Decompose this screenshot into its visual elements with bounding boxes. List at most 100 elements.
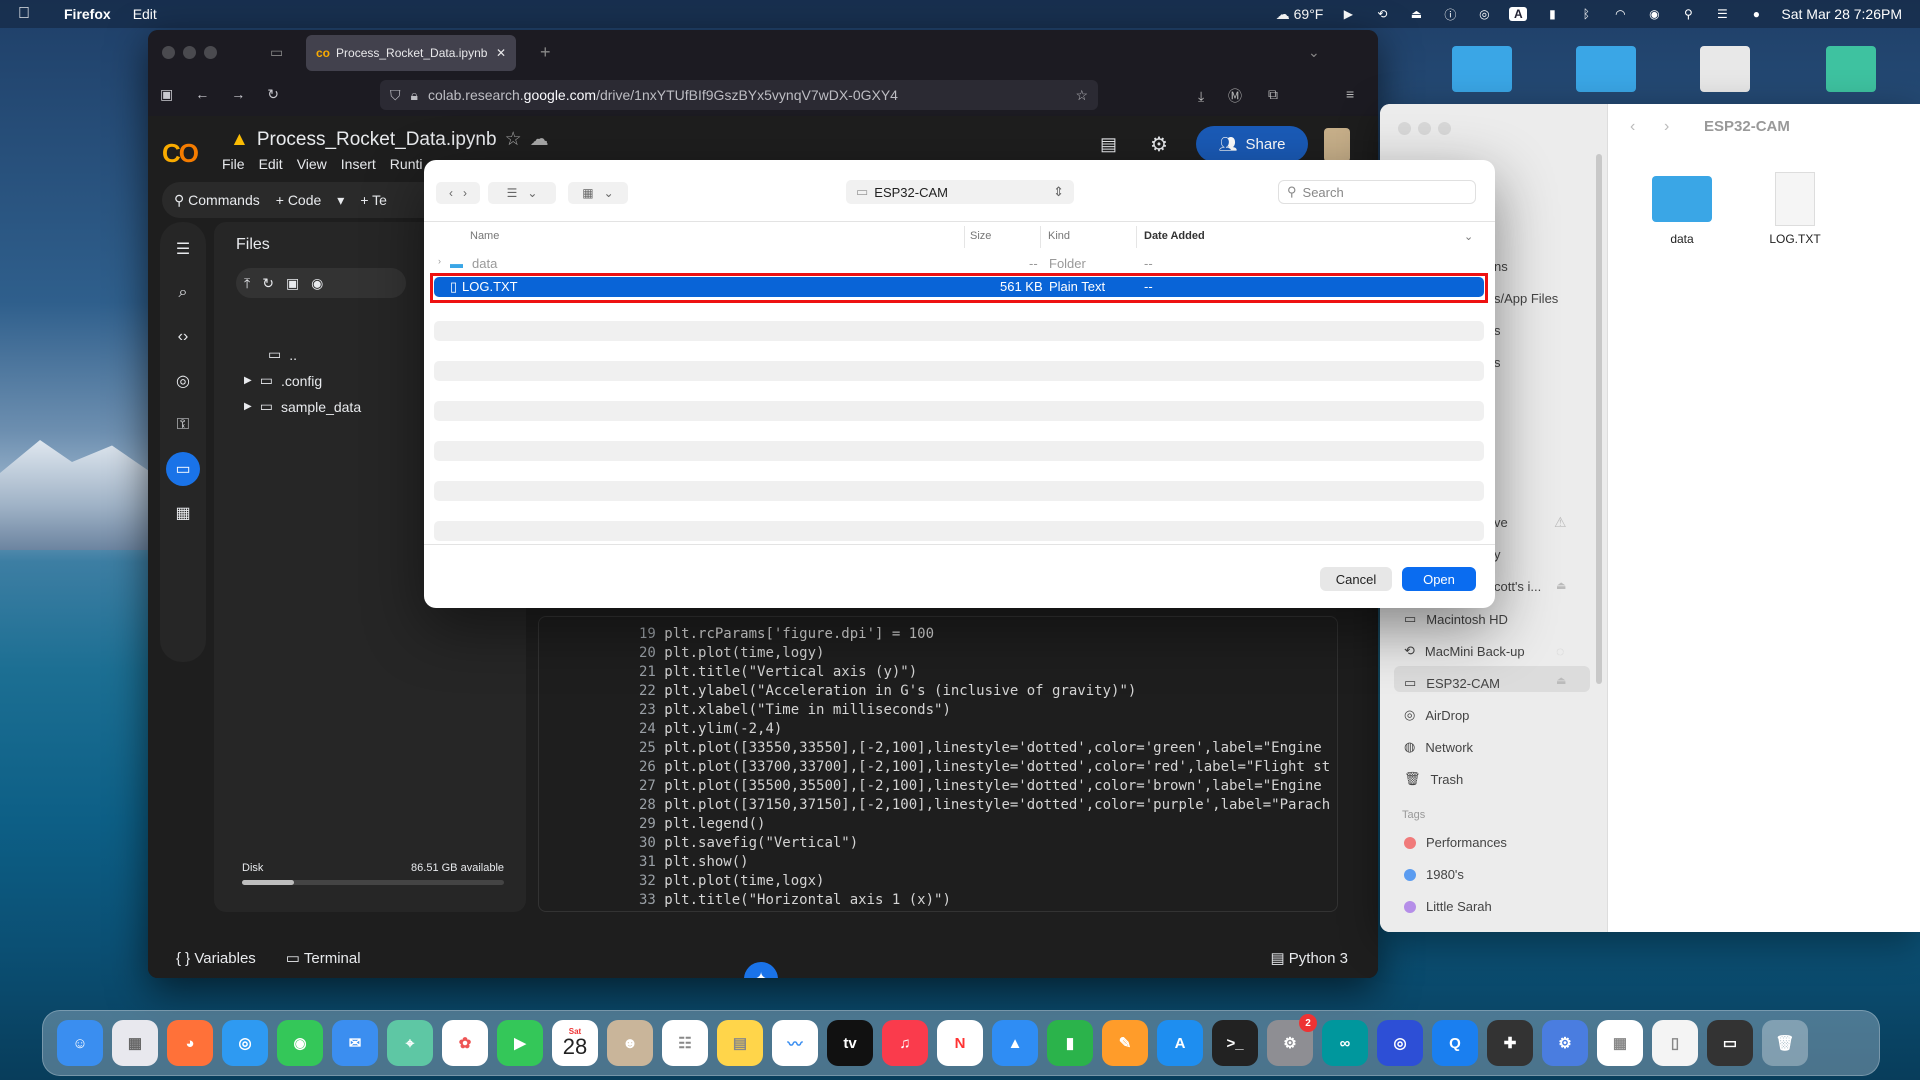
finder-icon[interactable]: ☺	[57, 1020, 103, 1066]
wifi-icon[interactable]: ◠	[1611, 7, 1629, 21]
terminal-button[interactable]: ▭ Terminal	[286, 949, 361, 967]
col-size[interactable]: Size	[970, 230, 991, 242]
app-icon[interactable]: Q	[1432, 1020, 1478, 1066]
news-icon[interactable]: N	[937, 1020, 983, 1066]
refresh-icon[interactable]: ↻	[262, 275, 274, 292]
sort-chevron-icon[interactable]: ⌄	[1464, 230, 1473, 243]
list-view-button[interactable]: ☰ ⌄	[488, 182, 556, 204]
eject-icon[interactable]: ⏏	[1556, 579, 1566, 592]
lock-icon[interactable]: 🔒︎	[411, 87, 418, 104]
back-button[interactable]: ‹	[1630, 118, 1635, 136]
sidebar-item-macmini-backup[interactable]: ⟲ MacMini Back-up	[1404, 643, 1525, 659]
close-tab-icon[interactable]: ✕	[496, 46, 506, 60]
calendar-icon[interactable]: Sat 28	[552, 1020, 598, 1066]
bookmark-star-icon[interactable]: ☆	[1075, 87, 1088, 104]
siri-icon[interactable]: ●	[1747, 7, 1765, 21]
terminal-icon[interactable]: >_	[1212, 1020, 1258, 1066]
menu-edit[interactable]: Edit	[259, 156, 283, 172]
safari-icon[interactable]: ◎	[222, 1020, 268, 1066]
url-bar[interactable]: ⛉ 🔒︎ colab.research.google.com/drive/1nx…	[380, 80, 1098, 110]
trash-icon[interactable]: 🗑︎	[1762, 1020, 1808, 1066]
variables-button[interactable]: { } Variables	[176, 950, 256, 967]
app-icon[interactable]: ◎	[1377, 1020, 1423, 1066]
contacts-icon[interactable]: ☻	[607, 1020, 653, 1066]
freeform-icon[interactable]: 〰	[772, 1020, 818, 1066]
tab-overview-icon[interactable]: ▭	[270, 44, 283, 61]
menu-view[interactable]: View	[297, 156, 327, 172]
zoom-window-button[interactable]	[1438, 122, 1451, 135]
maps-icon[interactable]: ⌖	[387, 1020, 433, 1066]
messages-icon[interactable]: ◉	[277, 1020, 323, 1066]
sidebar-item-partial[interactable]: ns	[1494, 259, 1508, 274]
close-window-button[interactable]	[1398, 122, 1411, 135]
files-folder-icon[interactable]: ▭	[166, 452, 200, 486]
menu-insert[interactable]: Insert	[341, 156, 376, 172]
expand-arrow-icon[interactable]: ▶	[244, 401, 252, 412]
close-window-button[interactable]	[162, 45, 175, 59]
star-icon[interactable]: ☆	[505, 128, 522, 151]
finder-item-log-txt[interactable]: LOG.TXT	[1750, 172, 1840, 246]
reload-button[interactable]: ↻	[267, 86, 279, 103]
open-button[interactable]: Open	[1402, 567, 1476, 591]
find-replace-icon[interactable]: ⌕	[166, 276, 200, 310]
tag-performances[interactable]: Performances	[1404, 835, 1507, 850]
app-store-icon[interactable]: A	[1157, 1020, 1203, 1066]
menu-runtime[interactable]: Runti	[390, 156, 423, 172]
sidebar-item-partial[interactable]: cott's i...	[1494, 579, 1541, 594]
eject-icon[interactable]: ⏏	[1407, 7, 1425, 21]
col-name[interactable]: Name	[470, 230, 499, 242]
play-icon[interactable]: ▶	[1339, 7, 1357, 21]
reminders-icon[interactable]: ☷	[662, 1020, 708, 1066]
app-icon[interactable]: ✚	[1487, 1020, 1533, 1066]
cancel-button[interactable]: Cancel	[1320, 567, 1392, 591]
variables-inspector-icon[interactable]: ◎	[166, 364, 200, 398]
forward-button[interactable]: ›	[1664, 118, 1669, 136]
list-tabs-icon[interactable]: ⌄	[1308, 44, 1320, 61]
sidebar-item-airdrop[interactable]: ◎ AirDrop	[1404, 707, 1469, 723]
file-tree-item[interactable]: ▭..	[268, 346, 297, 363]
photos-icon[interactable]: ✿	[442, 1020, 488, 1066]
code-snippets-icon[interactable]: ‹›	[166, 320, 200, 354]
facetime-icon[interactable]: ▶	[497, 1020, 543, 1066]
battery-icon[interactable]: ▮	[1543, 7, 1561, 21]
sidebar-toggle-icon[interactable]: ▣	[160, 86, 173, 103]
clock[interactable]: Sat Mar 28 7:26PM	[1781, 6, 1902, 22]
info-icon[interactable]: ⓘ	[1441, 7, 1459, 22]
sidebar-item-partial[interactable]: ve	[1494, 515, 1508, 530]
avatar[interactable]	[1324, 128, 1350, 162]
music-icon[interactable]: ♫	[882, 1020, 928, 1066]
sidebar-item-trash[interactable]: 🗑︎ Trash	[1404, 771, 1463, 787]
sidebar-item-partial[interactable]: s/App Files	[1494, 291, 1558, 306]
disclosure-arrow-icon[interactable]: ›	[438, 256, 441, 266]
screenshot-icon[interactable]: ▭	[1707, 1020, 1753, 1066]
control-center-icon[interactable]: ☰	[1713, 7, 1731, 21]
back-button[interactable]: ←	[195, 86, 209, 102]
notes-icon[interactable]: ▤	[717, 1020, 763, 1066]
minimize-window-button[interactable]	[183, 45, 196, 59]
mail-icon[interactable]: ✉	[332, 1020, 378, 1066]
scrollbar[interactable]	[1596, 154, 1602, 684]
code-dropdown-icon[interactable]: ▾	[337, 192, 344, 209]
file-tree-item[interactable]: ▶ ▭ sample_data	[244, 398, 361, 415]
app-menu[interactable]: Firefox	[64, 6, 111, 22]
pages-icon[interactable]: ✎	[1102, 1020, 1148, 1066]
col-kind[interactable]: Kind	[1048, 230, 1070, 242]
notebook-title[interactable]: Process_Rocket_Data.ipynb	[257, 129, 497, 151]
table-of-contents-icon[interactable]: ☰	[166, 232, 200, 266]
menu-file[interactable]: File	[222, 156, 245, 172]
sidebar-item-esp32-cam[interactable]: ▭ ESP32-CAM	[1404, 675, 1500, 691]
app-icon[interactable]: ⚙	[1542, 1020, 1588, 1066]
user-icon[interactable]: ◉	[1645, 7, 1663, 21]
file-row-data[interactable]: › ▬ data -- Folder --	[434, 254, 1484, 274]
input-source-icon[interactable]: A	[1509, 7, 1528, 21]
browser-tab-active[interactable]: co Process_Rocket_Data.ipynb - C ✕	[306, 35, 516, 71]
add-text-button[interactable]: + Te	[360, 192, 387, 208]
apple-menu-icon[interactable]: 	[18, 5, 42, 23]
airplay-icon[interactable]: ◎	[1475, 7, 1493, 21]
downloads-icon[interactable]: ⤓	[1198, 88, 1204, 105]
desktop-document-icon[interactable]	[1700, 46, 1750, 92]
extensions-icon[interactable]: ⧉	[1268, 86, 1278, 103]
apple-tv-icon[interactable]: tv	[827, 1020, 873, 1066]
file-tree-item[interactable]: ▶ ▭ .config	[244, 372, 322, 389]
cloud-save-icon[interactable]: ☁	[530, 128, 549, 151]
